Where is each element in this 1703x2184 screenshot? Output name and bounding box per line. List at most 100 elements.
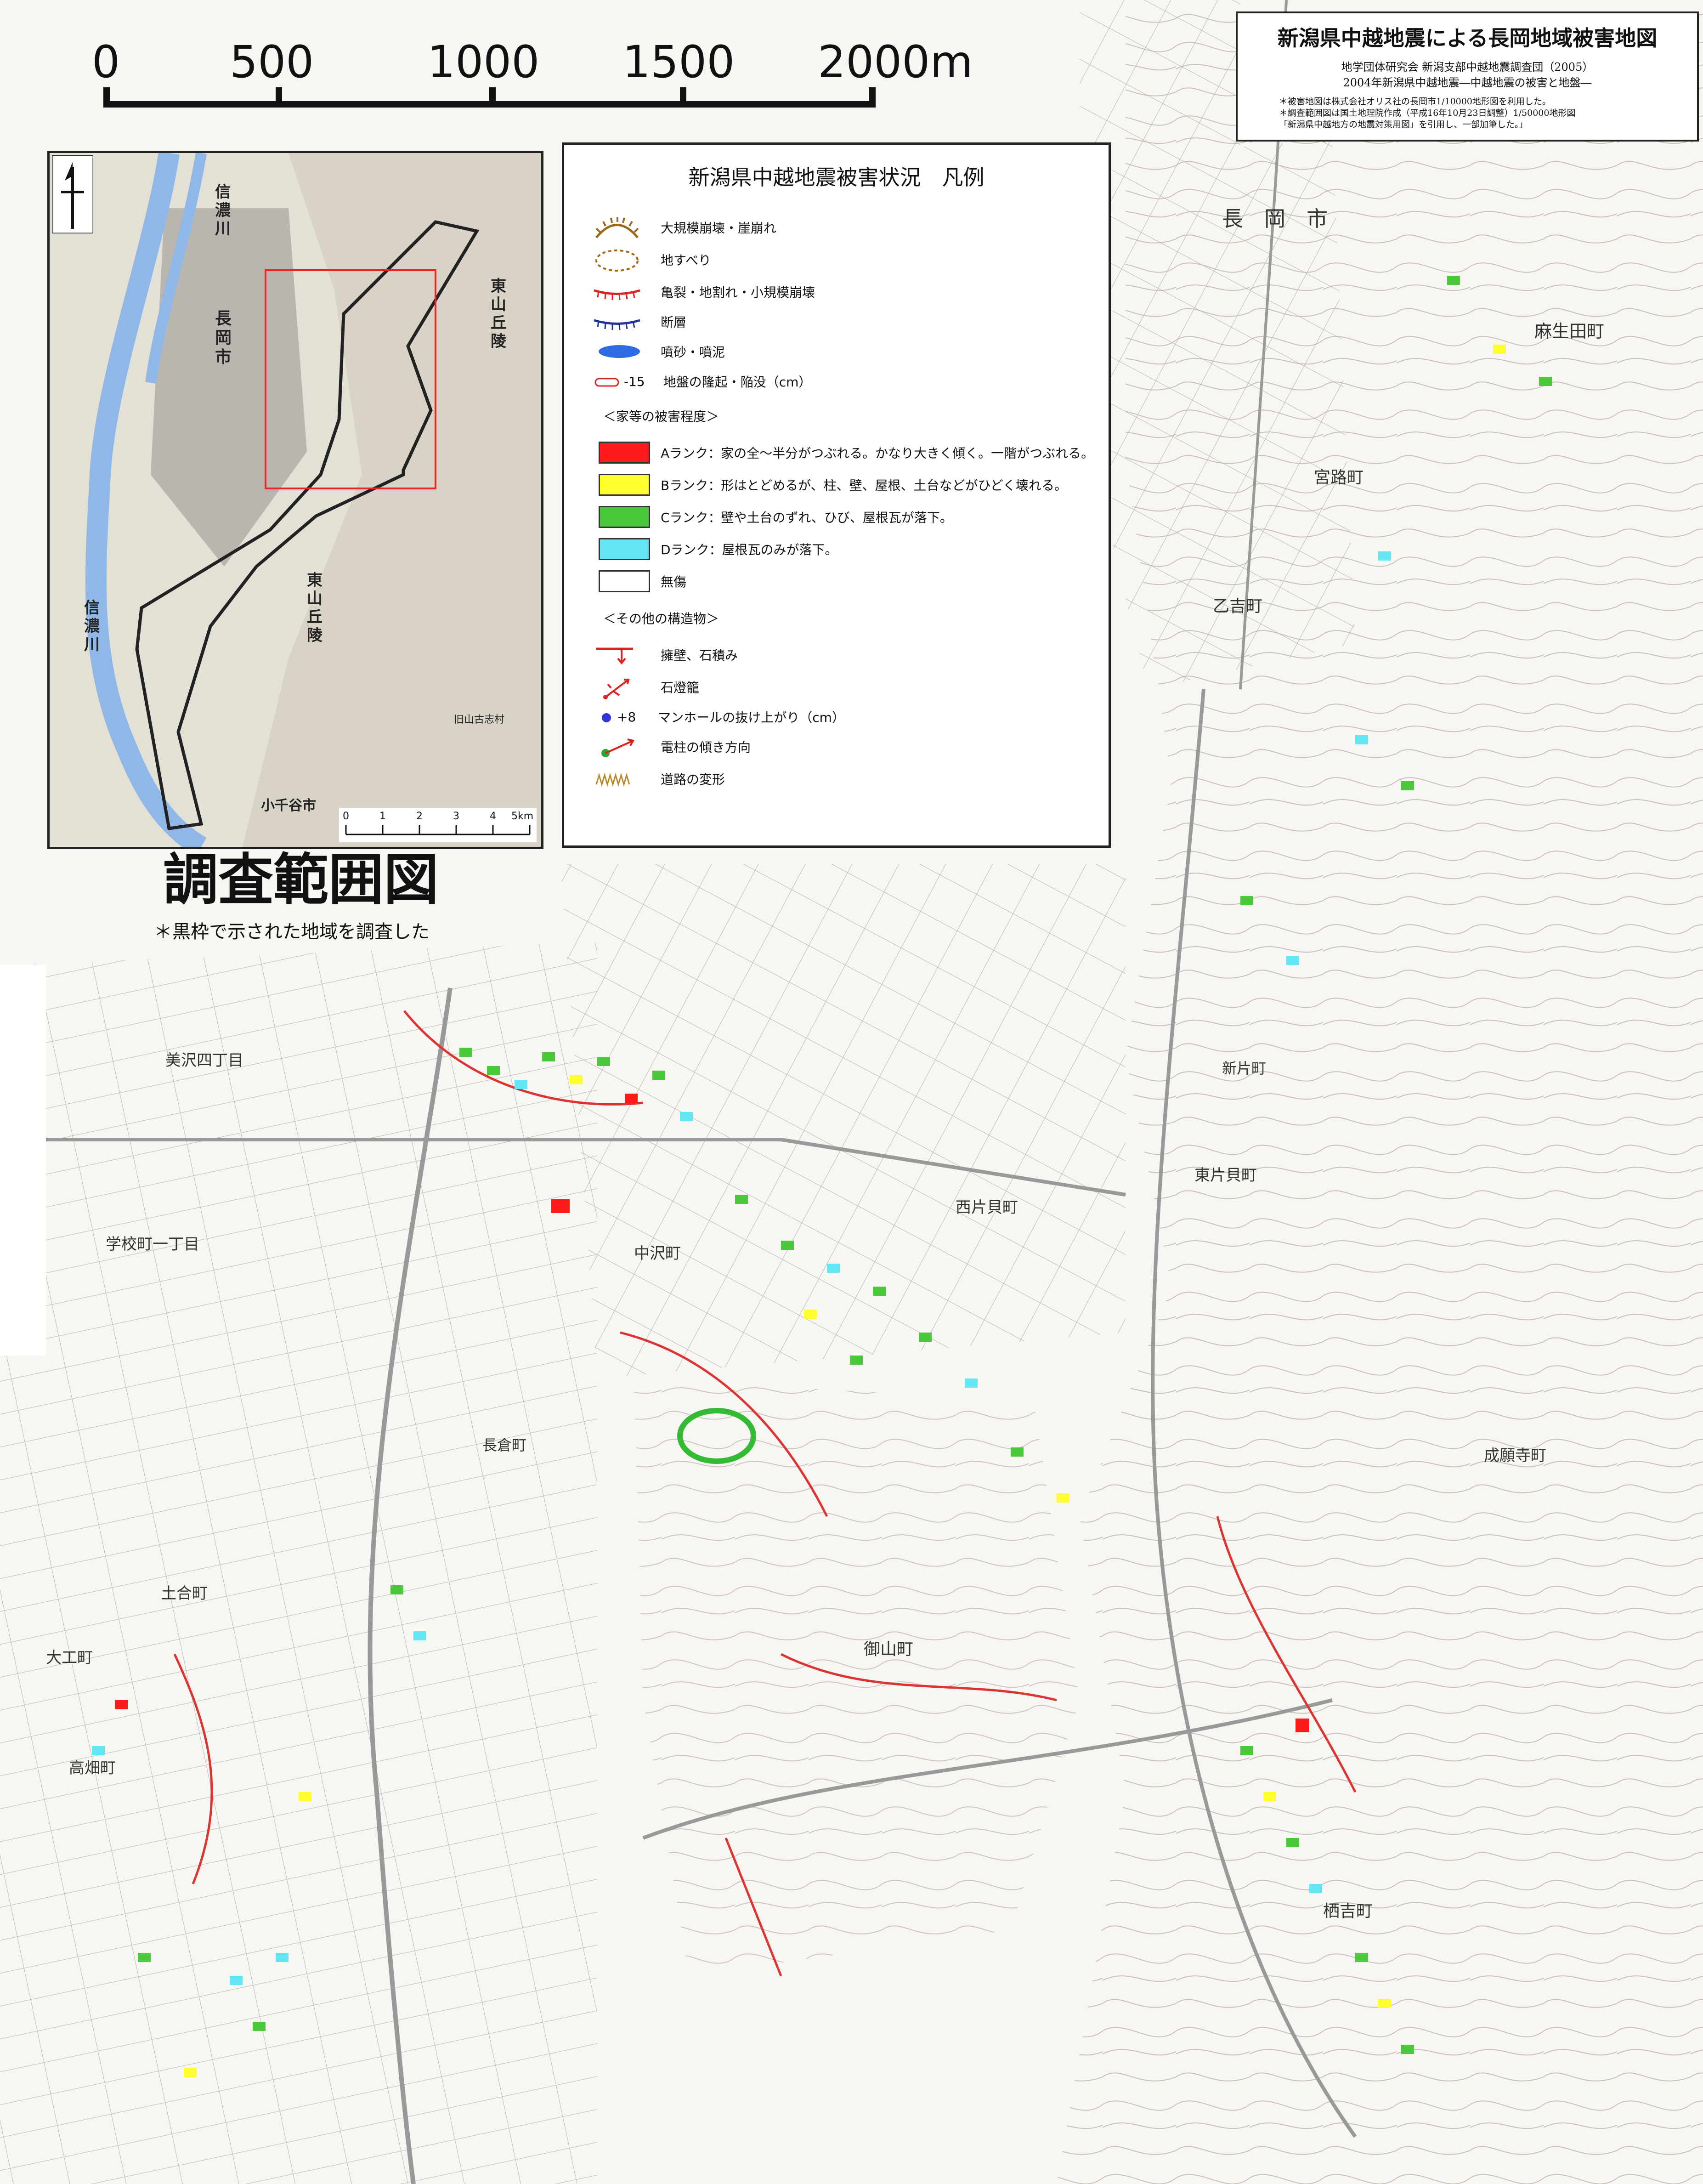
map-label-higashikatakai: 東片貝町 — [1194, 1166, 1257, 1185]
map-label-daiku: 大工町 — [46, 1649, 93, 1667]
stone-lantern-icon — [603, 679, 630, 699]
title-note-2: ＊調査範囲図は国土地理院作成（平成16年10月23日調整）1/50000地形図 — [1279, 108, 1576, 118]
rank-c-swatch — [599, 506, 650, 528]
survey-area-note: ＊黒枠で示された地域を調査した — [154, 921, 430, 942]
scale-tick — [276, 87, 282, 108]
title-notes: ＊被害地図は株式会社オリス社の長岡市1/10000地形図を利用した。 ＊調査範囲… — [1279, 96, 1683, 130]
utility-pole-icon — [601, 738, 634, 757]
map-label-miyajicho: 宮路町 — [1314, 468, 1364, 487]
legend-row-uplift: -15 地盤の隆起・陥没（cm） — [592, 368, 811, 395]
rank-none-swatch — [599, 570, 650, 592]
legend-rank-d: Dランク：屋根瓦のみが落下。 — [592, 535, 838, 563]
inset-scale-3: 3 — [453, 811, 459, 822]
legend-label-rank-a: Aランク：家の全〜半分がつぶれる。かなり大きく傾く。一階がつぶれる。 — [661, 446, 1094, 461]
rank-a-swatch — [599, 442, 650, 464]
title-source: 2004年新潟県中越地震―中越地震の被害と地盤― — [1343, 76, 1592, 89]
map-label-misawa: 美沢四丁目 — [165, 1051, 243, 1070]
scale-tick — [489, 87, 496, 108]
rank-d-swatch-box — [592, 536, 650, 562]
legend-row-large-collapse: 大規模崩壊・崖崩れ — [592, 214, 776, 241]
map-label-asouda: 麻生田町 — [1534, 321, 1605, 341]
scale-label-1500: 1500 — [622, 36, 735, 88]
title-note-1: ＊被害地図は株式会社オリス社の長岡市1/10000地形図を利用した。 — [1279, 96, 1551, 107]
scale-bar: 0 500 1000 1500 2000m — [92, 37, 974, 119]
map-label-otokichi: 乙吉町 — [1213, 597, 1263, 616]
map-label-miyuki: 御山町 — [864, 1640, 914, 1659]
scale-tick — [680, 87, 686, 108]
uplift-icon — [594, 378, 619, 387]
scale-tick — [103, 87, 110, 108]
rank-d-swatch — [599, 538, 650, 560]
manhole-icon — [602, 713, 611, 722]
retaining-wall-icon — [596, 647, 633, 665]
legend-rank-b: Bランク：形はとどめるが、柱、壁、屋根、土台などがひどく壊れる。 — [592, 471, 1067, 499]
rank-b-swatch-box — [592, 472, 650, 498]
scale-label-500: 500 — [230, 36, 314, 88]
legend-row-landslide: 地すべり — [592, 246, 711, 273]
scale-label-1000: 1000 — [427, 36, 540, 88]
inset-scale-bar: 0 1 2 3 4 5km — [339, 808, 537, 842]
title-box: 新潟県中越地震による長岡地域被害地図 地学団体研究会 新潟支部中越地震調査団（2… — [1236, 11, 1699, 142]
legend-label-uplift: 地盤の隆起・陥没（cm） — [663, 374, 812, 390]
rank-a-swatch-box — [592, 440, 650, 465]
inset-label-city: 長岡市 — [215, 309, 232, 367]
legend-label-sand-boil: 噴砂・噴泥 — [661, 345, 725, 360]
rank-b-swatch — [599, 474, 650, 496]
sand-boil-icon — [599, 345, 640, 358]
rank-c-swatch-box — [592, 504, 650, 530]
legend-row-stone-lantern: 石燈籠 — [592, 673, 699, 701]
legend-label-utility-pole: 電柱の傾き方向 — [661, 740, 751, 755]
legend-label-manhole: マンホールの抜け上がり（cm） — [658, 710, 845, 725]
legend-row-utility-pole: 電柱の傾き方向 — [592, 733, 751, 760]
map-label-joganji: 成願寺町 — [1484, 1447, 1546, 1465]
legend-row-manhole: +8 マンホールの抜け上がり（cm） — [592, 703, 845, 731]
inset-label-village: 旧山古志村 — [454, 714, 505, 726]
legend-row-sand-boil: 噴砂・噴泥 — [592, 338, 725, 365]
inset-scale-ticks — [345, 825, 531, 835]
inset-label-river-2: 信濃川 — [84, 599, 100, 654]
inset-scale-1: 1 — [379, 811, 386, 822]
legend-row-crack: 亀裂・地割れ・小規模崩壊 — [592, 278, 815, 306]
legend-row-fault: 断層 — [592, 308, 686, 335]
legend-label-fault: 断層 — [661, 315, 687, 330]
inset-scale-0: 0 — [343, 811, 349, 822]
map-label-shinkata: 新片町 — [1222, 1060, 1267, 1077]
legend-row-road-deformation: 道路の変形 — [592, 765, 725, 793]
scale-tick — [869, 87, 876, 108]
legend-label-rank-none: 無傷 — [661, 574, 687, 590]
legend-structure-header: ＜その他の構造物＞ — [603, 611, 719, 626]
legend-label-rank-b: Bランク：形はとどめるが、柱、壁、屋根、土台などがひどく壊れる。 — [661, 478, 1067, 493]
inset-label-hills-2: 東山丘陵 — [307, 571, 322, 645]
legend-label-road-deformation: 道路の変形 — [661, 772, 725, 787]
legend-house-header: ＜家等の被害程度＞ — [603, 409, 719, 424]
inset-scale-4: 4 — [490, 811, 496, 822]
road-deformation-icon — [595, 772, 630, 787]
legend-label-rank-c: Cランク：壁や土台のずれ、ひび、屋根瓦が落下。 — [661, 510, 953, 525]
legend: 新潟県中越地震被害状況 凡例 大規模崩壊・崖崩れ 地すべり 亀裂・地割れ・小規模… — [562, 142, 1111, 848]
map-label-nakazawa: 中沢町 — [634, 1244, 681, 1263]
landslide-icon — [595, 250, 639, 272]
legend-label-rank-d: Dランク：屋根瓦のみが落下。 — [661, 542, 838, 557]
survey-area-inset-map: 信濃川 信濃川 長岡市 東山丘陵 東山丘陵 小千谷市 旧山古志村 0 1 2 3… — [47, 151, 543, 849]
legend-label-retaining-wall: 擁壁、石積み — [661, 648, 738, 663]
legend-rank-a: Aランク：家の全〜半分がつぶれる。かなり大きく傾く。一階がつぶれる。 — [592, 439, 1094, 466]
map-label-nagaoka: 長 岡 市 — [1222, 206, 1328, 231]
map-label-tsuchiai: 土合町 — [161, 1584, 208, 1603]
scale-label-2000m: 2000m — [818, 36, 973, 88]
legend-row-retaining-wall: 擁壁、石積み — [592, 641, 738, 669]
north-arrow-icon — [52, 155, 93, 233]
survey-area-title: 調査範囲図 — [163, 847, 439, 912]
map-label-suyoshi: 栖吉町 — [1323, 1902, 1373, 1921]
inset-label-river-1: 信濃川 — [215, 183, 231, 238]
inset-scale-5km: 5km — [511, 811, 534, 822]
inset-scale-2: 2 — [416, 811, 423, 822]
title-credits: 地学団体研究会 新潟支部中越地震調査団（2005） 2004年新潟県中越地震―中… — [1238, 59, 1697, 91]
legend-label-crack: 亀裂・地割れ・小規模崩壊 — [661, 285, 815, 300]
map-label-gakko: 学校町一丁目 — [106, 1235, 199, 1254]
map-label-kokura: 長倉町 — [482, 1436, 527, 1454]
crack-icon — [594, 289, 640, 301]
large-collapse-icon — [595, 217, 639, 238]
legend-label-landslide: 地すべり — [661, 253, 712, 268]
fault-icon — [594, 319, 640, 330]
scale-label-0: 0 — [92, 36, 120, 88]
